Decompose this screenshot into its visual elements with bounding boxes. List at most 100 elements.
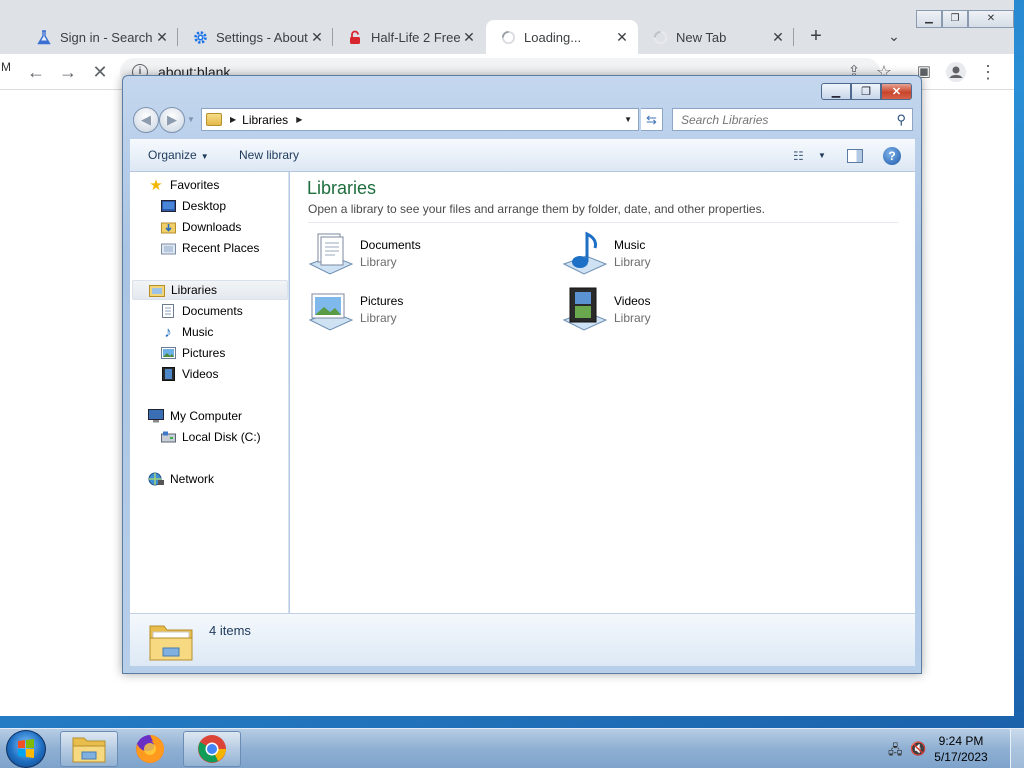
clock-time[interactable]: 9:24 PM xyxy=(926,734,996,748)
nav-documents[interactable]: Documents xyxy=(160,301,243,321)
nav-desktop[interactable]: Desktop xyxy=(160,196,226,216)
explorer-window-controls: ▁ ❐ ✕ xyxy=(821,83,912,100)
back-arrow-icon[interactable]: ← xyxy=(26,62,46,82)
library-item-documents[interactable]: Documents Library xyxy=(306,230,546,280)
nav-favorites[interactable]: ★ Favorites xyxy=(148,175,219,195)
minimize-icon[interactable]: ▁ xyxy=(916,10,942,28)
nav-recent-places[interactable]: Recent Places xyxy=(160,238,259,258)
tab-label: Loading... xyxy=(524,29,582,45)
tab-label: Sign in - Search l xyxy=(60,29,154,45)
gear-icon xyxy=(192,29,208,45)
stop-loading-icon[interactable]: ✕ xyxy=(90,62,110,82)
view-options-chevron-icon[interactable]: ▼ xyxy=(818,151,826,160)
nav-label: Favorites xyxy=(170,178,220,192)
nav-label: Videos xyxy=(182,367,219,381)
show-desktop-button[interactable] xyxy=(1010,729,1024,768)
breadcrumb-arrow-icon[interactable]: ▶ xyxy=(230,115,236,124)
close-tab-icon[interactable]: ✕ xyxy=(461,29,477,45)
change-view-icon[interactable]: ☷ xyxy=(793,149,811,163)
nav-label: Network xyxy=(170,472,215,486)
navigation-pane: ★ Favorites Desktop Downloads Recent Pla… xyxy=(130,172,289,613)
nav-music[interactable]: ♪ Music xyxy=(160,322,213,342)
more-menu-icon[interactable]: ⋮ xyxy=(978,62,998,82)
nav-network[interactable]: Network xyxy=(148,469,214,489)
search-input[interactable] xyxy=(681,112,886,127)
nav-pictures[interactable]: Pictures xyxy=(160,343,225,363)
search-icon[interactable]: ⚲ xyxy=(896,112,906,128)
network-status-icon[interactable]: 🖧 xyxy=(888,741,903,763)
taskbar-explorer-button[interactable] xyxy=(60,731,118,767)
close-tab-icon[interactable]: ✕ xyxy=(614,29,630,45)
nav-libraries[interactable]: Libraries xyxy=(132,280,288,300)
libraries-folder-icon xyxy=(206,113,222,126)
explorer-nav-bar: ◀ ▶ ▼ ▶ Libraries ▶ ▼ ⇆ ⚲ xyxy=(131,106,913,134)
preview-pane-icon[interactable] xyxy=(847,149,863,163)
maximize-icon[interactable]: ❐ xyxy=(851,83,881,100)
tab-settings[interactable]: Settings - About ✕ xyxy=(178,20,333,54)
chrome-icon xyxy=(198,735,226,763)
star-icon: ★ xyxy=(149,177,163,194)
new-library-button[interactable]: New library xyxy=(239,148,299,162)
documents-icon xyxy=(160,304,176,318)
library-item-pictures[interactable]: Pictures Library xyxy=(306,286,546,336)
tab-loading[interactable]: Loading... ✕ xyxy=(486,20,638,54)
taskbar-firefox-button[interactable] xyxy=(121,731,179,767)
restore-icon[interactable]: ❐ xyxy=(942,10,968,28)
library-name: Documents xyxy=(360,238,421,252)
recent-pages-chevron-icon[interactable]: ▼ xyxy=(187,115,195,124)
close-tab-icon[interactable]: ✕ xyxy=(309,29,325,45)
profile-avatar-icon[interactable] xyxy=(946,62,966,82)
tab-strip: Sign in - Search l ✕ Settings - About ✕ … xyxy=(0,0,1014,54)
search-box[interactable]: ⚲ xyxy=(672,108,913,131)
forward-arrow-icon[interactable]: → xyxy=(58,62,78,82)
command-bar: Organize ▼ New library ☷ ▼ ? xyxy=(130,139,915,172)
nav-my-computer[interactable]: My Computer xyxy=(148,406,242,426)
divider xyxy=(308,222,898,223)
close-tab-icon[interactable]: ✕ xyxy=(154,29,170,45)
documents-library-icon xyxy=(308,233,354,275)
close-icon[interactable]: ✕ xyxy=(881,83,912,100)
tab-sign-in[interactable]: Sign in - Search l ✕ xyxy=(22,20,178,54)
nav-label: My Computer xyxy=(170,409,243,423)
network-icon xyxy=(148,472,164,486)
system-tray: 🖧 🔇 9:24 PM 5/17/2023 xyxy=(884,729,1024,768)
refresh-icon[interactable]: ⇆ xyxy=(641,108,663,131)
help-icon[interactable]: ? xyxy=(883,147,901,165)
address-dropdown-icon[interactable]: ▼ xyxy=(624,115,632,124)
music-library-icon xyxy=(562,231,608,275)
nav-videos[interactable]: Videos xyxy=(160,364,218,384)
tab-new-tab[interactable]: New Tab ✕ xyxy=(638,20,794,54)
explorer-window: ▁ ❐ ✕ ◀ ▶ ▼ ▶ Libraries ▶ ▼ ⇆ ⚲ Organize… xyxy=(122,75,922,674)
lock-icon xyxy=(347,29,363,45)
close-icon[interactable]: ✕ xyxy=(968,10,1014,28)
library-type: Library xyxy=(360,311,397,325)
breadcrumb[interactable]: ▶ Libraries ▶ ▼ xyxy=(201,108,639,131)
library-item-videos[interactable]: Videos Library xyxy=(560,286,800,336)
hard-drive-icon xyxy=(160,430,176,444)
tab-half-life[interactable]: Half-Life 2 Free D ✕ xyxy=(333,20,485,54)
organize-button[interactable]: Organize ▼ xyxy=(148,148,209,162)
new-tab-button[interactable]: + xyxy=(804,24,828,48)
breadcrumb-libraries[interactable]: Libraries xyxy=(242,113,288,127)
nav-local-disk[interactable]: Local Disk (C:) xyxy=(160,427,261,447)
tab-label: Half-Life 2 Free D xyxy=(371,29,461,45)
tab-search-chevron-icon[interactable]: ⌄ xyxy=(882,24,906,48)
close-tab-icon[interactable]: ✕ xyxy=(770,29,786,45)
back-arrow-icon[interactable]: ◀ xyxy=(133,107,159,133)
forward-arrow-icon[interactable]: ▶ xyxy=(159,107,185,133)
windows-start-button[interactable] xyxy=(6,730,46,768)
volume-muted-icon[interactable]: 🔇 xyxy=(910,741,926,757)
library-item-music[interactable]: Music Library xyxy=(560,230,800,280)
nav-downloads[interactable]: Downloads xyxy=(160,217,241,237)
taskbar-chrome-button[interactable] xyxy=(183,731,241,767)
breadcrumb-arrow-icon[interactable]: ▶ xyxy=(296,115,302,124)
tab-label: Settings - About xyxy=(216,29,308,45)
music-note-icon: ♪ xyxy=(164,323,172,341)
downloads-folder-icon xyxy=(160,220,176,234)
clock-date[interactable]: 5/17/2023 xyxy=(926,750,996,764)
folder-icon xyxy=(72,737,106,763)
tab-separator xyxy=(793,28,794,46)
libraries-folder-icon xyxy=(149,625,193,661)
minimize-icon[interactable]: ▁ xyxy=(821,83,851,100)
tab-label: New Tab xyxy=(676,29,727,45)
